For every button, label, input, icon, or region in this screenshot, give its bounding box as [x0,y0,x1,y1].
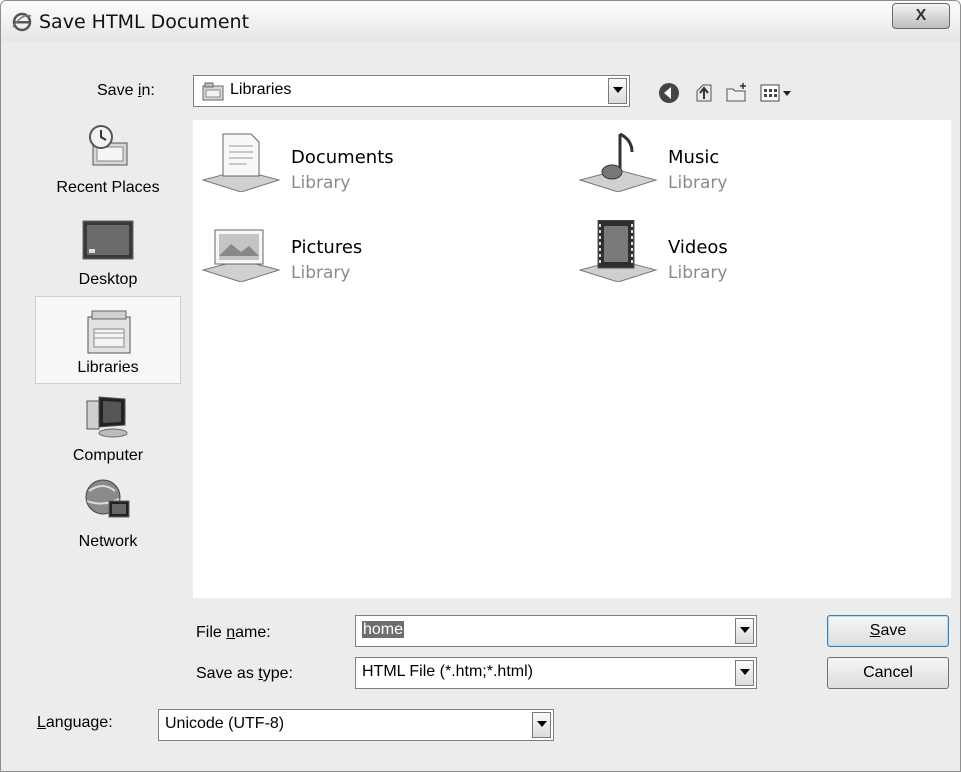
library-type: Library [668,263,728,283]
save-dialog: Save HTML Document X Save in: Libraries [0,0,961,772]
chevron-down-icon[interactable] [735,660,754,686]
library-item-documents[interactable]: Documents Library [193,120,523,193]
save-in-dropdown[interactable]: Libraries [193,75,630,107]
libraries-folder-icon [202,82,224,101]
file-name-field[interactable]: home [355,615,757,647]
save-as-type-dropdown[interactable]: HTML File (*.htm;*.html) [355,657,757,689]
place-label: Recent Places [56,179,160,196]
window-title: Save HTML Document [39,11,250,33]
desktop-icon [82,220,134,260]
library-item-music[interactable]: Music Library [570,120,900,193]
place-label: Computer [72,447,144,464]
new-folder-icon[interactable] [725,81,749,105]
computer-icon [86,396,128,438]
recent-places-icon [89,125,128,166]
internet-explorer-icon [12,12,32,32]
place-label: Network [78,533,138,550]
library-name: Documents [291,147,394,168]
library-name: Music [668,147,720,168]
places-bar: Recent Places Desktop Libraries Computer… [35,119,183,599]
save-in-value: Libraries [230,81,292,98]
language-dropdown[interactable]: Unicode (UTF-8) [158,709,554,741]
library-type: Library [291,263,351,283]
cancel-button[interactable]: Cancel [827,657,949,689]
place-desktop[interactable]: Desktop [35,211,181,299]
place-computer[interactable]: Computer [35,387,181,475]
videos-library-icon [578,220,658,282]
place-label: Desktop [78,271,138,288]
view-menu-icon[interactable] [759,81,795,105]
title-bar: Save HTML Document X [1,1,960,41]
place-network[interactable]: Network [35,473,181,561]
place-libraries[interactable]: Libraries [35,296,181,384]
library-item-pictures[interactable]: Pictures Library [193,210,523,283]
chevron-down-icon[interactable] [608,78,627,104]
pictures-library-icon [201,229,281,282]
back-icon[interactable] [657,81,681,105]
save-as-type-value: HTML File (*.htm;*.html) [362,663,533,680]
network-icon [85,479,130,518]
up-folder-icon[interactable] [692,81,716,105]
libraries-icon [87,310,131,354]
chevron-down-icon[interactable] [735,618,754,644]
language-value: Unicode (UTF-8) [165,715,285,732]
library-type: Library [668,173,728,193]
chevron-down-icon[interactable] [532,712,551,738]
file-name-value: home [362,621,405,638]
close-icon: X [915,7,927,24]
documents-library-icon [201,133,281,192]
close-button[interactable]: X [892,3,950,29]
file-list[interactable]: Documents Library Music Library Pictures… [193,120,951,598]
place-recent-places[interactable]: Recent Places [35,119,181,207]
music-library-icon [578,132,658,192]
library-type: Library [291,173,351,193]
file-name-label: File name: [196,624,271,641]
language-label: Language: [37,714,113,731]
library-item-videos[interactable]: Videos Library [570,210,900,283]
library-name: Pictures [291,237,363,258]
library-name: Videos [668,237,728,258]
save-as-type-label: Save as type: [196,665,293,682]
save-button[interactable]: Save [827,615,949,647]
save-in-label: Save in: [97,82,155,99]
place-label: Libraries [77,359,139,376]
